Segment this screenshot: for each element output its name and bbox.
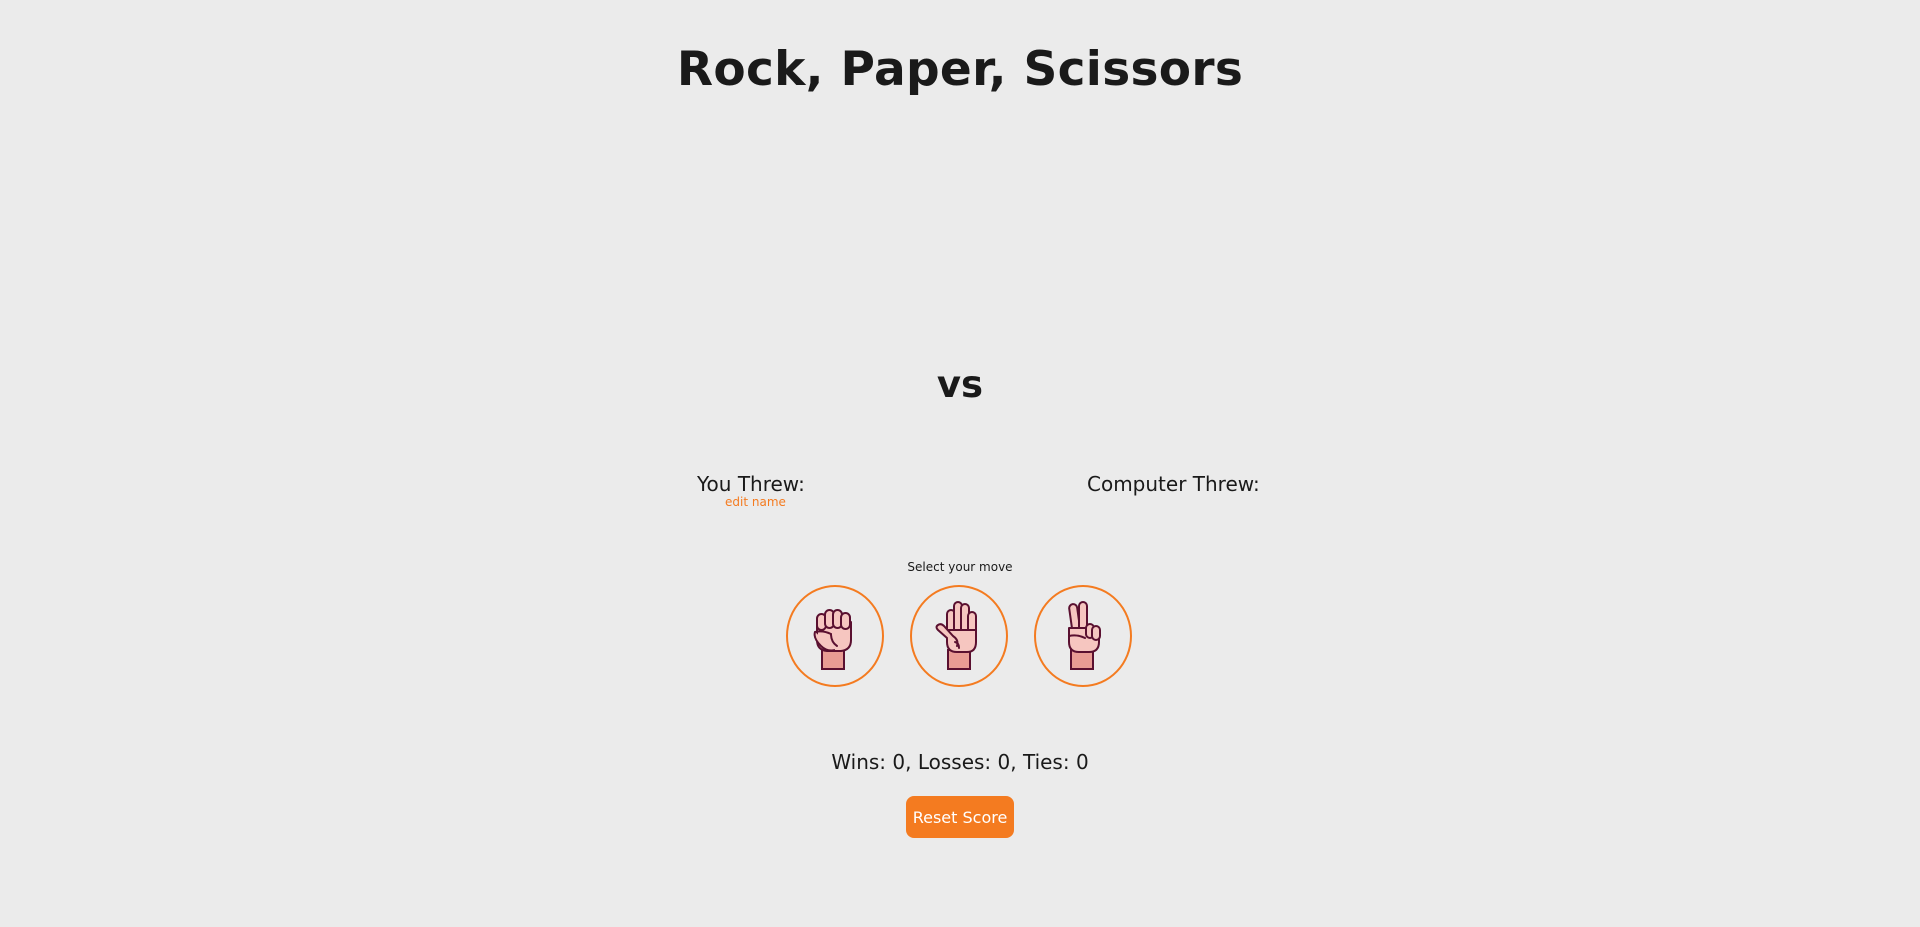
computer-threw-label: Computer Threw: <box>1087 472 1260 496</box>
rock-button[interactable] <box>786 585 884 687</box>
reset-score-button[interactable]: Reset Score <box>906 796 1014 838</box>
scissors-button[interactable] <box>1034 585 1132 687</box>
vs-label: vs <box>936 363 984 406</box>
score-text: Wins: 0, Losses: 0, Ties: 0 <box>831 750 1089 774</box>
peace-hand-icon <box>1057 596 1109 676</box>
page-title: Rock, Paper, Scissors <box>676 42 1244 97</box>
open-hand-icon <box>933 596 985 676</box>
move-prompt: Select your move <box>907 560 1013 574</box>
edit-name-link[interactable]: edit name <box>725 494 786 510</box>
paper-button[interactable] <box>910 585 1008 687</box>
fist-icon <box>809 596 861 676</box>
